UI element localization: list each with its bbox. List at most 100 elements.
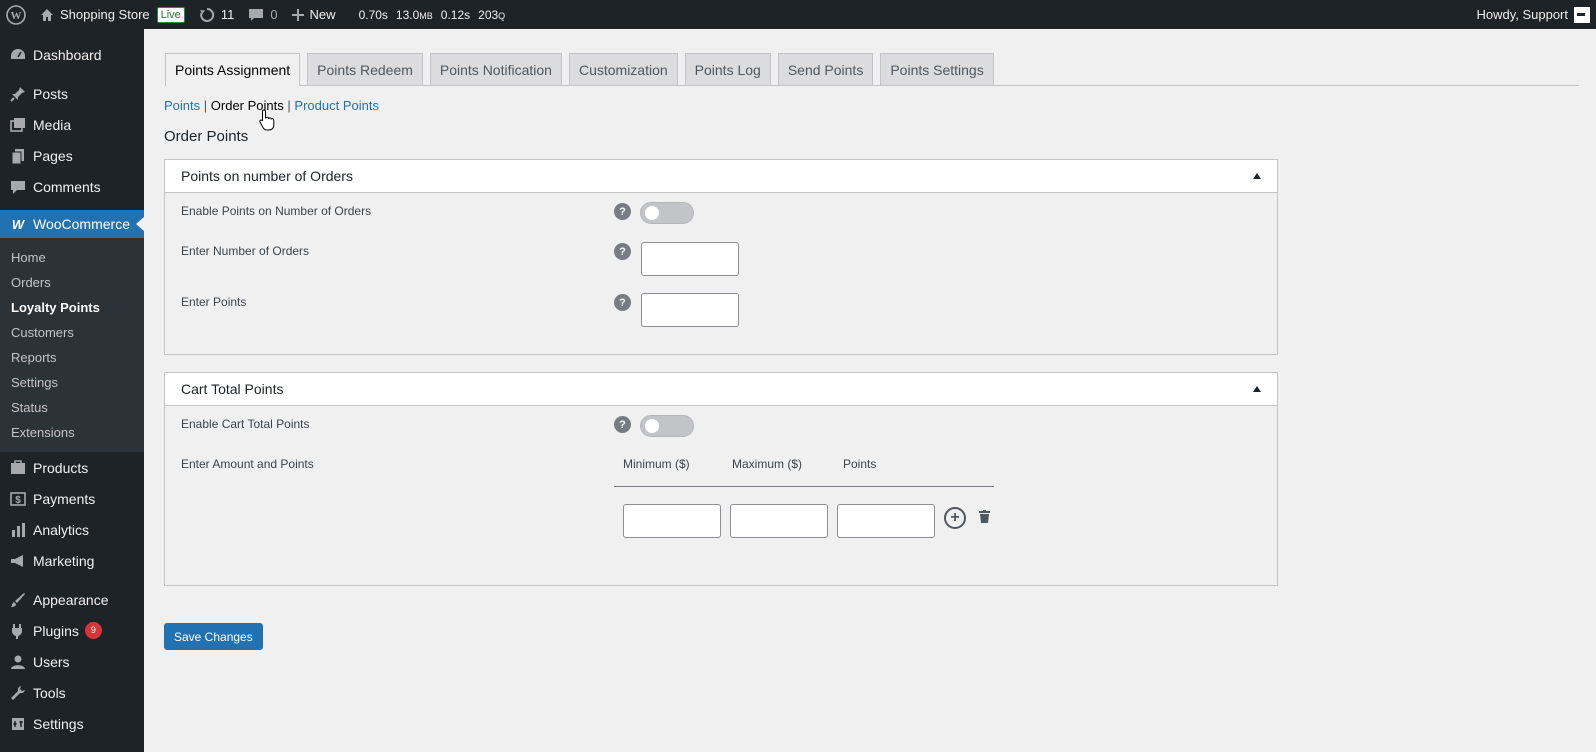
- submenu-loyalty-points[interactable]: Loyalty Points: [0, 295, 144, 320]
- help-icon[interactable]: ?: [614, 243, 631, 260]
- add-row-icon[interactable]: +: [944, 507, 966, 529]
- admin-sidebar: Dashboard Posts Media Pages Comments W W…: [0, 29, 144, 752]
- comment-icon: [248, 8, 264, 22]
- plus-icon: [291, 8, 304, 21]
- wrench-icon: [8, 683, 28, 703]
- menu-comments[interactable]: Comments: [0, 171, 144, 202]
- menu-label: Media: [33, 116, 72, 133]
- submenu-home[interactable]: Home: [0, 245, 144, 270]
- cart-panel-header[interactable]: Cart Total Points: [165, 373, 1277, 406]
- points-input[interactable]: [641, 293, 739, 327]
- wordpress-logo-icon[interactable]: W: [0, 0, 33, 29]
- trash-icon[interactable]: [979, 510, 990, 523]
- comments-menu[interactable]: 0: [241, 0, 284, 29]
- menu-tools[interactable]: Tools: [0, 677, 144, 708]
- collapse-arrow-icon[interactable]: [1253, 173, 1261, 179]
- help-icon[interactable]: ?: [614, 416, 631, 433]
- menu-settings[interactable]: Settings: [0, 708, 144, 739]
- submenu-settings[interactable]: Settings: [0, 370, 144, 395]
- query-monitor-stats[interactable]: 0.70s 13.0MB 0.12s 203Q: [343, 0, 517, 29]
- cart-total-panel: Cart Total Points Enable Cart Total Poin…: [164, 372, 1278, 586]
- submenu-orders[interactable]: Orders: [0, 270, 144, 295]
- enable-orders-toggle[interactable]: [640, 202, 694, 224]
- save-changes-button[interactable]: Save Changes: [164, 623, 263, 650]
- submenu-status[interactable]: Status: [0, 395, 144, 420]
- enable-orders-label: Enable Points on Number of Orders: [181, 204, 372, 218]
- row-points-input[interactable]: [837, 504, 935, 538]
- avatar: [1574, 6, 1590, 23]
- tab-points-assignment[interactable]: Points Assignment: [165, 53, 301, 86]
- submenu-reports[interactable]: Reports: [0, 345, 144, 370]
- help-icon[interactable]: ?: [614, 294, 631, 311]
- orders-points-panel: Points on number of Orders Enable Points…: [164, 159, 1278, 355]
- site-name: Shopping Store: [60, 7, 150, 22]
- subnav-product-points-link[interactable]: Product Points: [294, 98, 379, 113]
- menu-label: Tools: [33, 684, 66, 701]
- account-menu[interactable]: Howdy, Support: [1476, 6, 1596, 23]
- subnav-separator: |: [203, 98, 208, 113]
- pin-icon: [8, 84, 28, 104]
- plugins-update-badge: 9: [84, 622, 102, 639]
- tab-points-settings[interactable]: Points Settings: [880, 53, 994, 85]
- collapse-arrow-icon[interactable]: [1253, 386, 1261, 392]
- menu-marketing[interactable]: Marketing: [0, 545, 144, 576]
- menu-users[interactable]: Users: [0, 646, 144, 677]
- menu-products[interactable]: Products: [0, 452, 144, 483]
- woocommerce-icon: W: [8, 214, 28, 234]
- menu-posts[interactable]: Posts: [0, 78, 144, 109]
- menu-media[interactable]: Media: [0, 109, 144, 140]
- orders-panel-body: Enable Points on Number of Orders ? Ente…: [165, 193, 1277, 354]
- payments-icon: $: [8, 489, 28, 509]
- tab-points-log[interactable]: Points Log: [684, 53, 771, 85]
- updates-menu[interactable]: 11: [192, 0, 242, 29]
- menu-plugins[interactable]: Plugins 9: [0, 615, 144, 646]
- howdy-text: Howdy, Support: [1476, 7, 1568, 22]
- subnav-separator: |: [287, 98, 291, 113]
- site-name-menu[interactable]: Shopping Store Live: [33, 0, 192, 29]
- subnav-points-link[interactable]: Points: [164, 98, 200, 113]
- woocommerce-submenu: Home Orders Loyalty Points Customers Rep…: [0, 238, 144, 452]
- enable-cart-toggle[interactable]: [640, 415, 694, 437]
- menu-analytics[interactable]: Analytics: [0, 514, 144, 545]
- tab-send-points[interactable]: Send Points: [777, 53, 874, 85]
- menu-pages[interactable]: Pages: [0, 140, 144, 171]
- menu-appearance[interactable]: Appearance: [0, 584, 144, 615]
- menu-label: Settings: [33, 715, 84, 732]
- settings-icon: [8, 714, 28, 734]
- menu-dashboard[interactable]: Dashboard: [0, 39, 144, 70]
- menu-label: Payments: [33, 490, 96, 507]
- new-label: New: [309, 7, 336, 22]
- col-points: Points: [843, 457, 877, 471]
- page-title: Order Points: [164, 128, 249, 145]
- tab-points-notification[interactable]: Points Notification: [429, 53, 562, 85]
- help-icon[interactable]: ?: [614, 203, 631, 220]
- menu-label: Products: [33, 459, 89, 476]
- menu-label: Analytics: [33, 521, 90, 538]
- stat-time: 0.70s: [358, 7, 388, 22]
- menu-label: Posts: [33, 85, 69, 102]
- home-icon: [40, 8, 54, 22]
- tab-customization[interactable]: Customization: [568, 53, 678, 85]
- menu-label: Comments: [33, 178, 101, 195]
- number-of-orders-input[interactable]: [641, 242, 739, 276]
- cart-panel-title: Cart Total Points: [181, 381, 284, 397]
- comment-icon: [8, 177, 28, 197]
- live-badge: Live: [156, 6, 185, 23]
- menu-payments[interactable]: $ Payments: [0, 483, 144, 514]
- maximum-input[interactable]: [730, 504, 828, 538]
- submenu-customers[interactable]: Customers: [0, 320, 144, 345]
- user-icon: [8, 652, 28, 672]
- stat-queries: 203Q: [478, 7, 506, 22]
- number-of-orders-label: Enter Number of Orders: [181, 244, 310, 258]
- minimum-input[interactable]: [623, 504, 721, 538]
- orders-panel-header[interactable]: Points on number of Orders: [165, 160, 1277, 193]
- new-content-menu[interactable]: New: [285, 0, 343, 29]
- menu-woocommerce[interactable]: W WooCommerce: [0, 210, 144, 238]
- menu-label: Marketing: [33, 552, 95, 569]
- enable-cart-label: Enable Cart Total Points: [181, 417, 310, 431]
- submenu-extensions[interactable]: Extensions: [0, 420, 144, 445]
- stat-db-time: 0.12s: [440, 7, 471, 22]
- menu-label: WooCommerce: [33, 216, 130, 232]
- menu-label: Users: [33, 653, 70, 670]
- tab-points-redeem[interactable]: Points Redeem: [307, 53, 423, 85]
